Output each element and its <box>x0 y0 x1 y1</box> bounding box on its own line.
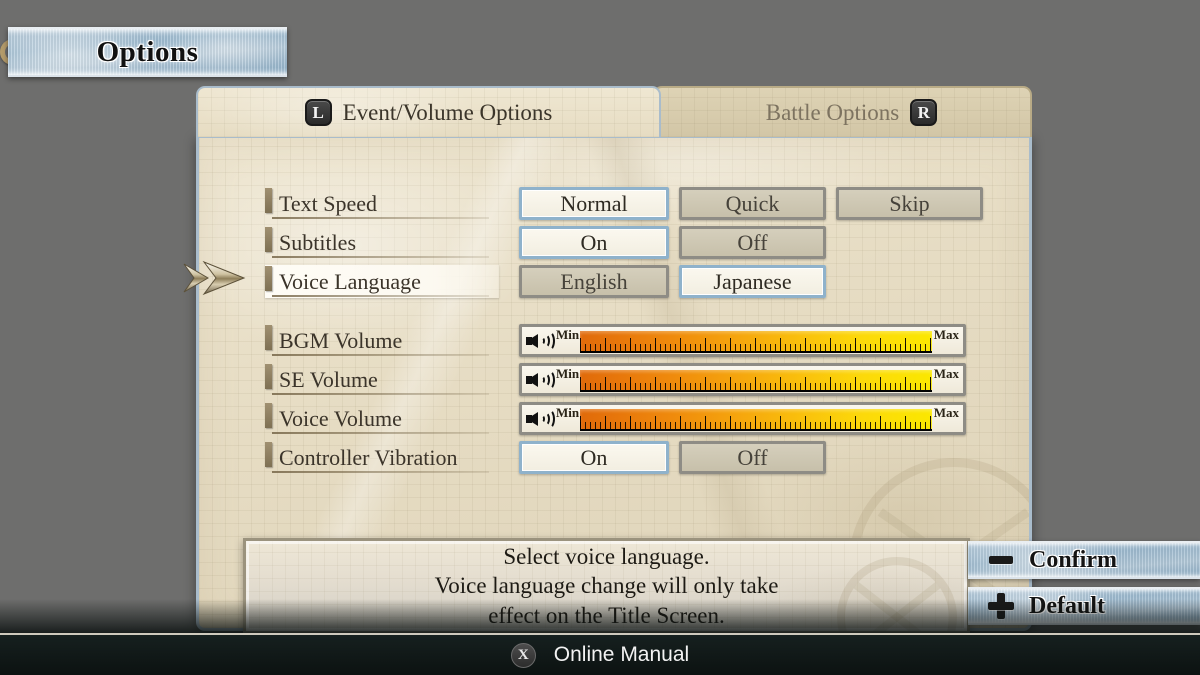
slider-max-label: Max <box>933 405 959 420</box>
setting-label: BGM Volume <box>265 324 499 357</box>
volume-slider[interactable]: Min Max <box>519 402 966 435</box>
slider-min-label: Min <box>556 327 580 342</box>
page-title: Options <box>96 35 199 68</box>
l-button-icon: L <box>304 99 332 126</box>
slider-max-label: Max <box>933 327 959 342</box>
wheel-watermark-icon <box>837 557 957 631</box>
slider-track <box>580 406 932 431</box>
setting-row[interactable]: Controller Vibration On Off <box>265 441 826 474</box>
setting-row[interactable]: SE Volume Min Max <box>265 363 966 396</box>
options-screen: Options L Event/Volume Options Battle Op… <box>0 0 1200 675</box>
slider-baseline <box>580 351 932 353</box>
slider-track <box>580 328 932 353</box>
confirm-button-label: Confirm <box>1029 546 1117 573</box>
slider-min-label: Min <box>556 405 580 420</box>
r-button-icon: R <box>910 99 938 126</box>
default-button[interactable]: Default <box>968 587 1200 625</box>
setting-label: Voice Language <box>265 265 499 298</box>
slider-major-ticks <box>580 370 932 392</box>
setting-label: Controller Vibration <box>265 441 499 474</box>
tab-event-volume-options[interactable]: L Event/Volume Options <box>196 86 661 137</box>
setting-label: Voice Volume <box>265 402 499 435</box>
setting-row[interactable]: Voice Language English Japanese <box>265 265 826 298</box>
option-group: Normal Quick Skip <box>519 187 983 220</box>
option-button[interactable]: On <box>519 441 669 474</box>
setting-row[interactable]: Text Speed Normal Quick Skip <box>265 187 983 220</box>
setting-label: SE Volume <box>265 363 499 396</box>
setting-label: Subtitles <box>265 226 499 259</box>
setting-row[interactable]: Subtitles On Off <box>265 226 826 259</box>
options-banner: Options <box>0 27 287 77</box>
setting-row[interactable]: BGM Volume Min Max <box>265 324 966 357</box>
plus-button-icon <box>988 593 1014 619</box>
slider-min-label: Min <box>556 366 580 381</box>
tab-label: Battle Options <box>765 99 900 125</box>
setting-row[interactable]: Voice Volume Min Max <box>265 402 966 435</box>
option-button[interactable]: Off <box>679 441 826 474</box>
tab-battle-options[interactable]: Battle Options R <box>653 86 1032 137</box>
option-button[interactable]: Skip <box>836 187 983 220</box>
option-button[interactable]: Quick <box>679 187 826 220</box>
volume-slider[interactable]: Min Max <box>519 324 966 357</box>
option-button[interactable]: English <box>519 265 669 298</box>
speaker-icon <box>526 369 555 390</box>
option-button[interactable]: Normal <box>519 187 669 220</box>
option-group: On Off <box>519 226 826 259</box>
slider-baseline <box>580 429 932 431</box>
online-manual-link[interactable]: Online Manual <box>554 643 689 667</box>
option-button[interactable]: Off <box>679 226 826 259</box>
tab-label: Event/Volume Options <box>342 99 553 125</box>
speaker-icon <box>526 408 555 429</box>
slider-major-ticks <box>580 409 932 431</box>
minus-button-icon <box>988 547 1014 573</box>
x-button-icon: X <box>510 642 536 668</box>
description-box: Select voice language. Voice language ch… <box>243 538 970 634</box>
slider-max-label: Max <box>933 366 959 381</box>
option-group: English Japanese <box>519 265 826 298</box>
description-line: Select voice language. <box>503 543 710 569</box>
default-button-label: Default <box>1029 592 1105 619</box>
tab-bar: L Event/Volume Options Battle Options R <box>196 86 1032 137</box>
bottom-bar: X Online Manual <box>0 633 1200 675</box>
slider-track <box>580 367 932 392</box>
selection-cursor-icon <box>182 259 246 297</box>
slider-major-ticks <box>580 331 932 353</box>
option-button[interactable]: Japanese <box>679 265 826 298</box>
option-button[interactable]: On <box>519 226 669 259</box>
speaker-icon <box>526 330 555 351</box>
slider-baseline <box>580 390 932 392</box>
volume-slider[interactable]: Min Max <box>519 363 966 396</box>
option-group: On Off <box>519 441 826 474</box>
setting-label: Text Speed <box>265 187 499 220</box>
description-line: Voice language change will only take <box>434 573 779 599</box>
description-line: effect on the Title Screen. <box>488 602 725 628</box>
confirm-button[interactable]: Confirm <box>968 541 1200 579</box>
